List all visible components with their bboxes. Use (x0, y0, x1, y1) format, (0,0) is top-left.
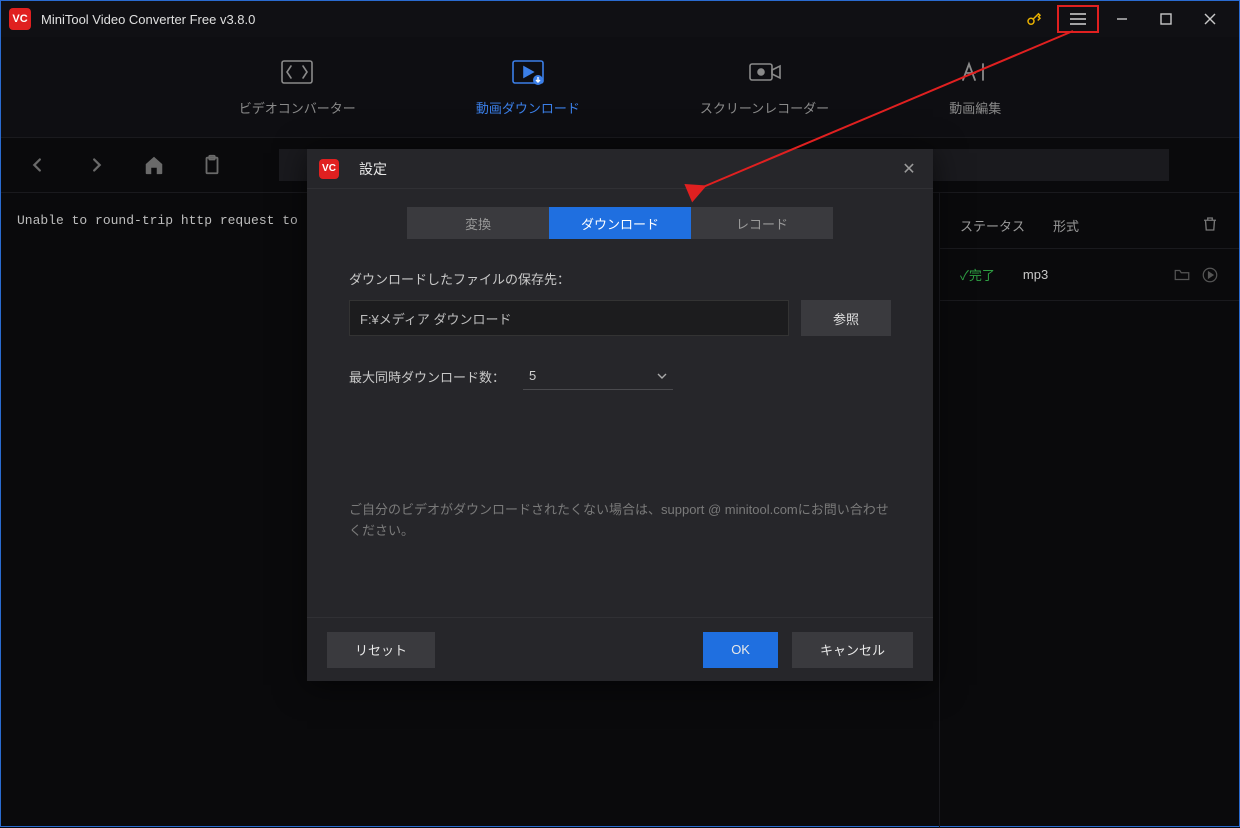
trash-icon[interactable] (1201, 215, 1219, 233)
max-download-label: 最大同時ダウンロード数： (349, 367, 505, 386)
home-icon[interactable] (143, 154, 165, 176)
download-list: ステータス 形式 ✓完了 mp3 (939, 193, 1239, 828)
back-icon[interactable] (27, 154, 49, 176)
nav-label: ビデオコンバーター (239, 98, 356, 117)
modal-close-button[interactable]: ✕ (897, 159, 921, 179)
close-button[interactable] (1189, 5, 1231, 33)
nav-video-download[interactable]: 動画ダウンロード (476, 58, 580, 117)
save-path-input[interactable] (349, 300, 789, 336)
nav-video-converter[interactable]: ビデオコンバーター (239, 58, 356, 117)
play-icon[interactable] (1201, 266, 1219, 284)
chevron-down-icon (657, 373, 667, 379)
col-status: ステータス (960, 216, 1025, 235)
max-download-value: 5 (529, 368, 536, 383)
clipboard-icon[interactable] (201, 154, 223, 176)
col-format: 形式 (1053, 216, 1079, 235)
titlebar: VC MiniTool Video Converter Free v3.8.0 (1, 1, 1239, 37)
nav-label: 動画編集 (949, 98, 1001, 117)
row-status: ✓完了 (960, 265, 995, 284)
nav-video-edit[interactable]: 動画編集 (949, 58, 1001, 117)
row-format: mp3 (1023, 267, 1048, 282)
download-row[interactable]: ✓完了 mp3 (940, 249, 1239, 301)
tab-convert[interactable]: 変換 (407, 207, 549, 239)
save-to-label: ダウンロードしたファイルの保存先： (349, 269, 891, 288)
main-nav: ビデオコンバーター 動画ダウンロード スクリーンレコーダー 動画編集 (1, 37, 1239, 137)
forward-icon[interactable] (85, 154, 107, 176)
tab-record[interactable]: レコード (691, 207, 833, 239)
nav-label: スクリーンレコーダー (700, 98, 829, 117)
modal-title-text: 設定 (359, 159, 387, 179)
upgrade-key-icon[interactable] (1013, 5, 1055, 33)
maximize-button[interactable] (1145, 5, 1187, 33)
help-text: ご自分のビデオがダウンロードされたくない場合は、support @ minito… (349, 500, 891, 542)
settings-modal: VC 設定 ✕ 変換 ダウンロード レコード ダウンロードしたファイルの保存先：… (307, 149, 933, 681)
cancel-button[interactable]: キャンセル (792, 632, 913, 668)
app-title: MiniTool Video Converter Free v3.8.0 (41, 12, 255, 27)
hamburger-menu-button[interactable] (1057, 5, 1099, 33)
max-download-select[interactable]: 5 (523, 362, 673, 390)
folder-icon[interactable] (1173, 266, 1191, 284)
app-logo: VC (9, 8, 31, 30)
browse-button[interactable]: 参照 (801, 300, 891, 336)
error-text: Unable to round-trip http request to (17, 213, 298, 228)
nav-screen-recorder[interactable]: スクリーンレコーダー (700, 58, 829, 117)
ok-button[interactable]: OK (703, 632, 778, 668)
tab-download[interactable]: ダウンロード (549, 207, 691, 239)
modal-logo: VC (319, 159, 339, 179)
reset-button[interactable]: リセット (327, 632, 435, 668)
nav-label: 動画ダウンロード (476, 98, 580, 117)
minimize-button[interactable] (1101, 5, 1143, 33)
